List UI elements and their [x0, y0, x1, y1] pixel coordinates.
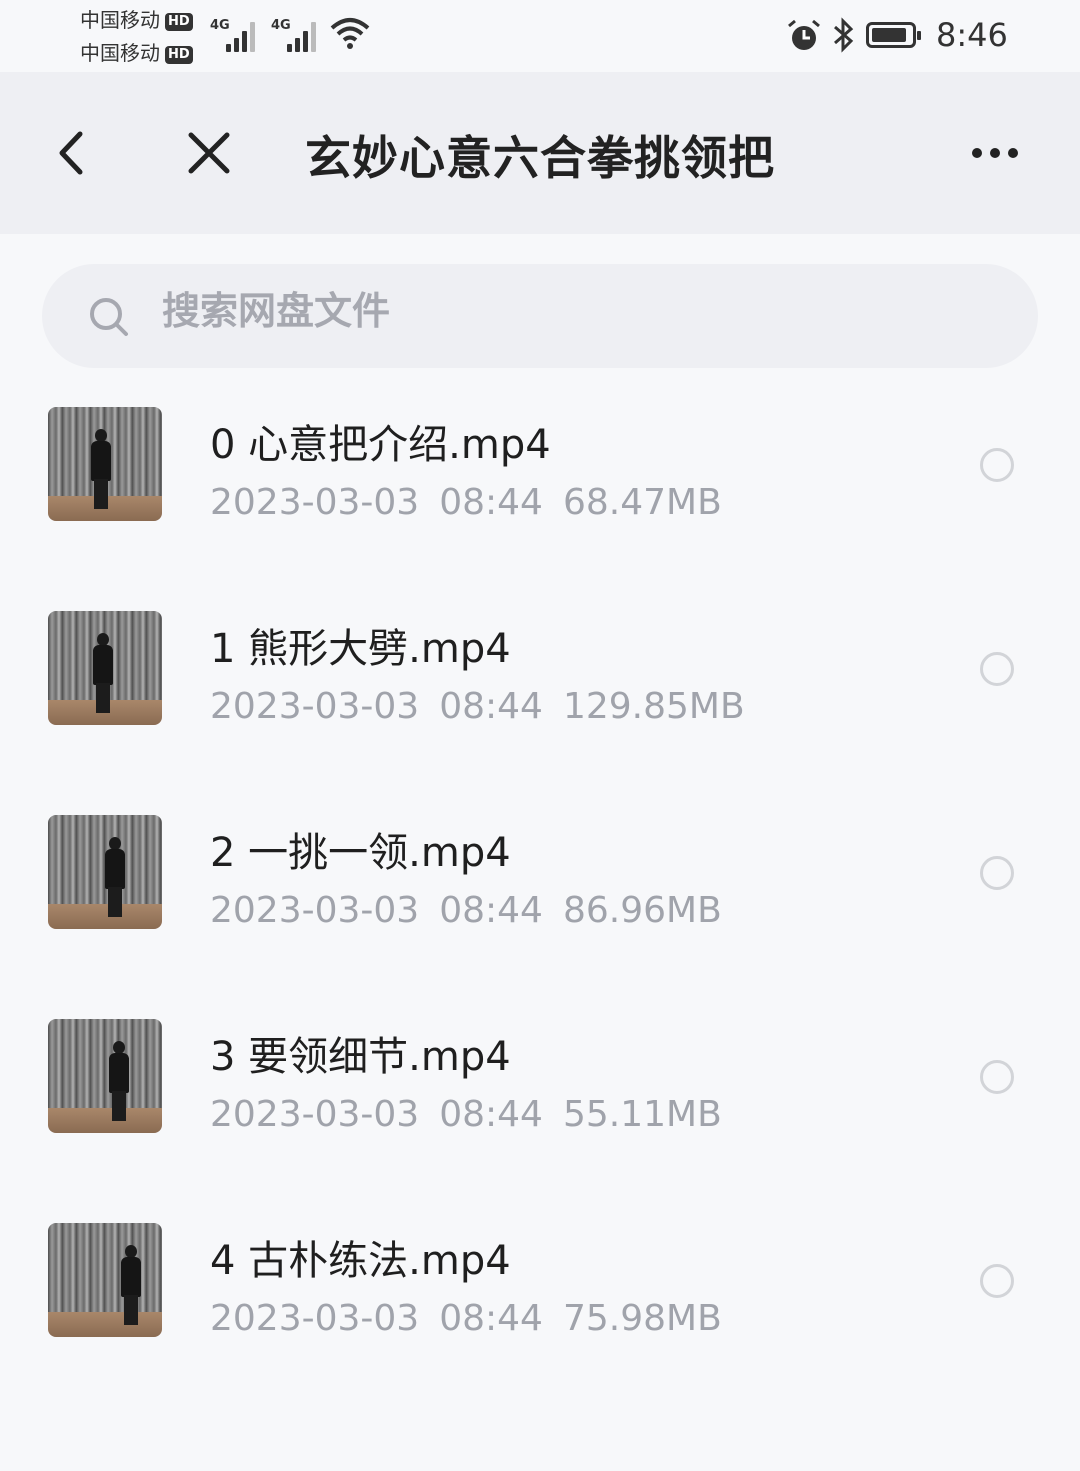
file-name: 2 一挑一领.mp4	[210, 830, 511, 876]
battery-icon	[866, 22, 921, 48]
close-icon[interactable]	[186, 130, 232, 176]
select-radio[interactable]	[980, 856, 1014, 890]
file-name: 3 要领细节.mp4	[210, 1034, 511, 1080]
file-meta: 2023-03-03 08:44 75.98MB	[210, 1298, 742, 1339]
file-row[interactable]: 4 古朴练法.mp4 2023-03-03 08:44 75.98MB	[0, 1202, 1080, 1406]
back-icon[interactable]	[50, 128, 94, 178]
select-radio[interactable]	[980, 1264, 1014, 1298]
file-size: 68.47MB	[562, 482, 722, 523]
carrier-label-1: 中国移动 HD	[80, 8, 193, 32]
search-bar[interactable]	[42, 264, 1038, 368]
file-size: 86.96MB	[562, 890, 722, 931]
header-bar: 玄妙心意六合拳挑领把	[0, 72, 1080, 234]
carrier-name: 中国移动	[80, 41, 160, 65]
search-input[interactable]	[160, 288, 964, 334]
file-time: 08:44	[439, 482, 543, 523]
hd-badge: HD	[165, 12, 193, 31]
video-thumbnail[interactable]	[48, 815, 162, 929]
status-time: 8:46	[936, 16, 1008, 54]
file-meta: 2023-03-03 08:44 86.96MB	[210, 890, 742, 931]
file-size: 75.98MB	[562, 1298, 722, 1339]
wifi-icon	[330, 18, 370, 49]
file-meta: 2023-03-03 08:44 55.11MB	[210, 1094, 742, 1135]
video-thumbnail[interactable]	[48, 611, 162, 725]
file-date: 2023-03-03	[210, 890, 420, 931]
file-size: 129.85MB	[562, 686, 745, 727]
file-row[interactable]: 0 心意把介绍.mp4 2023-03-03 08:44 68.47MB	[0, 386, 1080, 590]
signal-icon	[226, 20, 260, 52]
signal-icon	[287, 20, 321, 52]
file-time: 08:44	[439, 890, 543, 931]
file-time: 08:44	[439, 686, 543, 727]
file-meta: 2023-03-03 08:44 129.85MB	[210, 686, 765, 727]
hd-badge: HD	[165, 45, 193, 64]
file-name: 1 熊形大劈.mp4	[210, 626, 511, 672]
file-name: 0 心意把介绍.mp4	[210, 422, 551, 468]
file-row[interactable]: 2 一挑一领.mp4 2023-03-03 08:44 86.96MB	[0, 794, 1080, 998]
file-time: 08:44	[439, 1094, 543, 1135]
page-title: 玄妙心意六合拳挑领把	[305, 131, 775, 185]
select-radio[interactable]	[980, 652, 1014, 686]
file-row[interactable]: 3 要领细节.mp4 2023-03-03 08:44 55.11MB	[0, 998, 1080, 1202]
more-icon[interactable]	[955, 126, 1035, 180]
file-time: 08:44	[439, 1298, 543, 1339]
file-size: 55.11MB	[562, 1094, 722, 1135]
video-thumbnail[interactable]	[48, 1223, 162, 1337]
file-date: 2023-03-03	[210, 482, 420, 523]
file-date: 2023-03-03	[210, 686, 420, 727]
file-date: 2023-03-03	[210, 1298, 420, 1339]
status-bar: 中国移动 HD 中国移动 HD 4G 4G 8:46	[0, 0, 1080, 72]
search-icon	[90, 298, 128, 336]
video-thumbnail[interactable]	[48, 407, 162, 521]
file-name: 4 古朴练法.mp4	[210, 1238, 511, 1284]
file-date: 2023-03-03	[210, 1094, 420, 1135]
file-row[interactable]: 1 熊形大劈.mp4 2023-03-03 08:44 129.85MB	[0, 590, 1080, 794]
alarm-icon	[788, 19, 820, 50]
select-radio[interactable]	[980, 1060, 1014, 1094]
file-list: 0 心意把介绍.mp4 2023-03-03 08:44 68.47MB 1 熊形大劈.…	[0, 386, 1080, 1406]
select-radio[interactable]	[980, 448, 1014, 482]
carrier-label-2: 中国移动 HD	[80, 41, 193, 65]
carrier-name: 中国移动	[80, 8, 160, 32]
video-thumbnail[interactable]	[48, 1019, 162, 1133]
file-meta: 2023-03-03 08:44 68.47MB	[210, 482, 742, 523]
bluetooth-icon	[834, 17, 854, 53]
